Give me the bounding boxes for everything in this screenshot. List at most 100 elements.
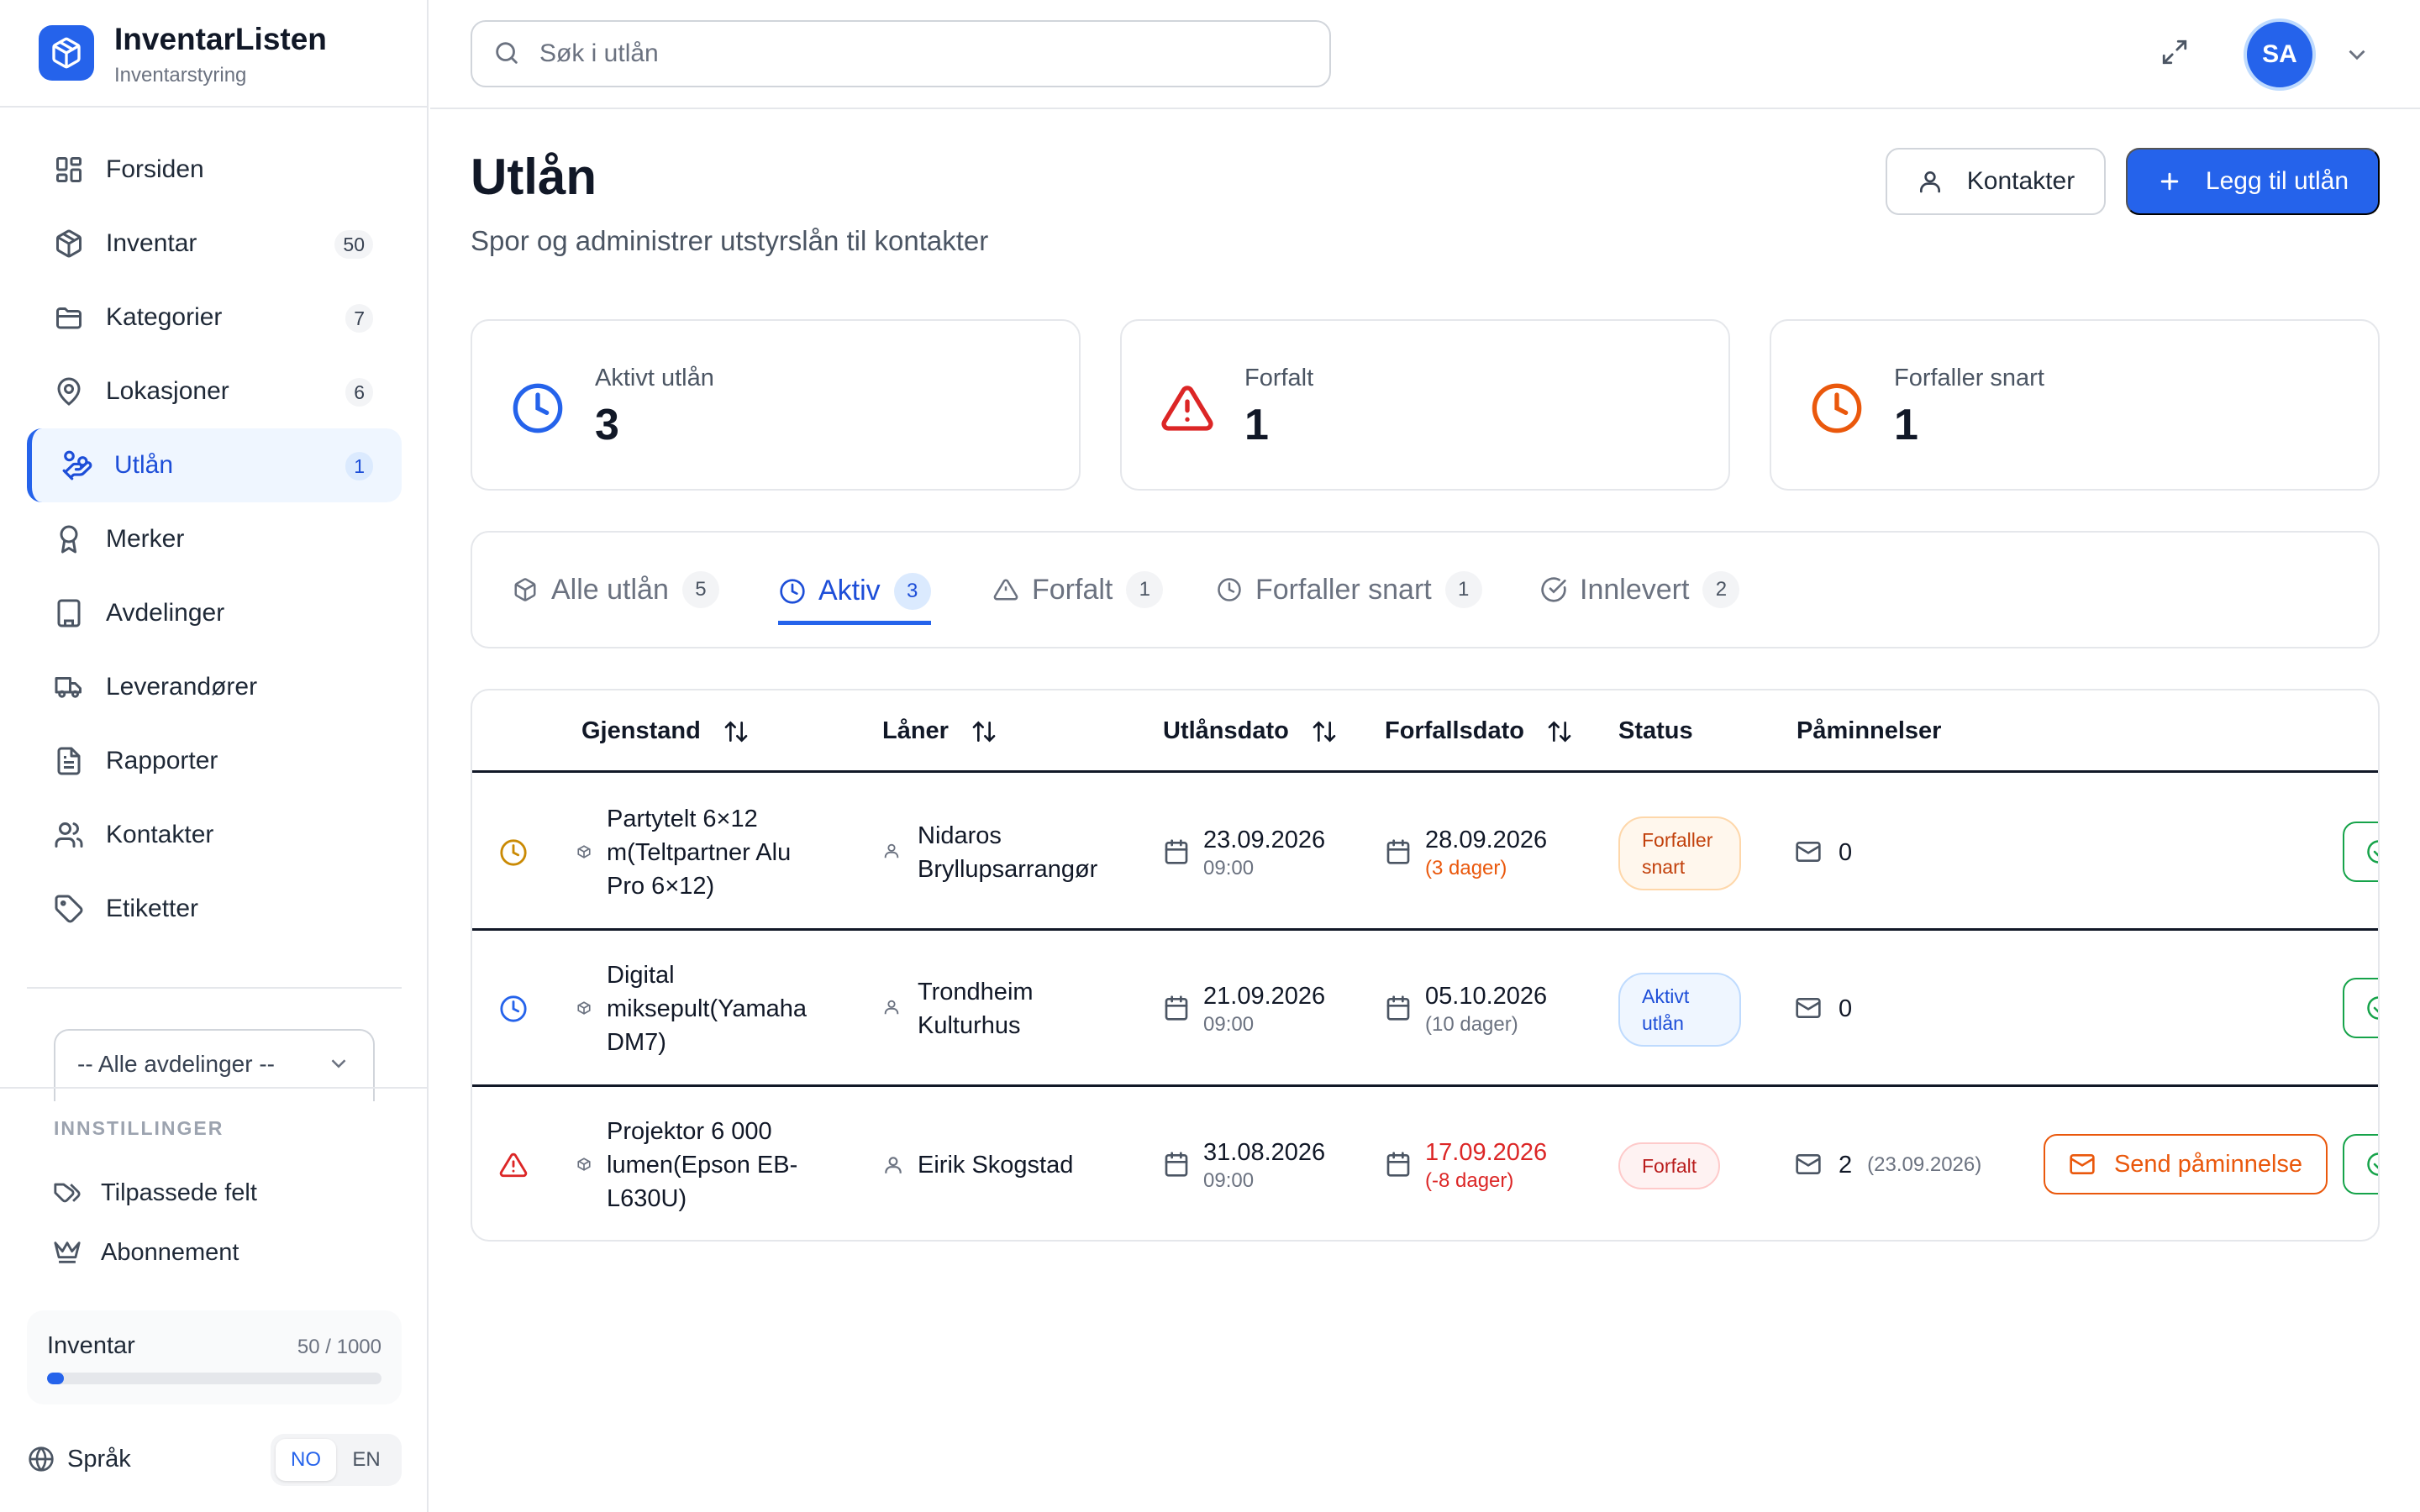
stat-label: Aktivt utlån [595, 365, 714, 391]
column-header-borrower[interactable]: Låner [882, 717, 997, 745]
loan-tabs: Alle utlån 5 Aktiv 3 Forfalt 1 Forfaller… [471, 531, 2380, 648]
department-select-value: -- Alle avdelinger -- [77, 1051, 275, 1077]
package-icon [576, 1000, 593, 1017]
stat-label: Forfaller snart [1894, 365, 2044, 391]
borrower-cell[interactable]: Eirik Skogstad [882, 1112, 1134, 1218]
table-row[interactable]: Projektor 6 000 lumen(Epson EB-L630U) Ei… [472, 1087, 2378, 1240]
stat-card-due-soon: Forfaller snart 1 [1770, 319, 2380, 491]
item-cell[interactable]: Projektor 6 000 lumen(Epson EB-L630U) [576, 1112, 829, 1218]
column-header-label: Forfallsdato [1385, 717, 1524, 744]
item-cell[interactable]: Partytelt 6×12 m(Teltpartner Alu Pro 6×1… [576, 800, 829, 906]
language-option-en[interactable]: EN [336, 1439, 397, 1481]
search-input[interactable] [539, 39, 1296, 68]
package-icon [576, 844, 593, 861]
column-header-loan-date[interactable]: Utlånsdato [1163, 717, 1338, 745]
settings-item-custom-fields[interactable]: Tilpassede felt [52, 1172, 257, 1214]
sidebar-item-label: Inventar [106, 229, 197, 257]
tab-count: 1 [1444, 571, 1482, 608]
sidebar-item-label: Leverandører [106, 673, 258, 701]
contacts-button-label: Kontakter [1966, 167, 2075, 195]
loan-time: 09:00 [1203, 857, 1255, 879]
loan-date: 23.09.2026 [1203, 827, 1326, 853]
sidebar-item-rapporter[interactable]: Rapporter [27, 724, 402, 798]
tab-due-soon[interactable]: Forfaller snart 1 [1215, 561, 1482, 618]
clock-icon [499, 992, 533, 1026]
sort-icon [971, 718, 997, 745]
reminder-count: 0 [1839, 838, 1853, 866]
add-loan-button[interactable]: Legg til utlån [2126, 148, 2380, 215]
calendar-icon [1385, 1151, 1413, 1179]
sidebar-item-lokasjoner[interactable]: Lokasjoner 6 [27, 354, 402, 428]
sidebar-item-count: 7 [345, 304, 373, 333]
tags-icon [52, 1178, 82, 1208]
stat-value: 1 [1244, 401, 1269, 449]
mark-returned-button[interactable] [2343, 822, 2378, 882]
nav-divider [27, 987, 402, 989]
tab-all-loans[interactable]: Alle utlån 5 [511, 561, 719, 618]
award-icon [52, 522, 86, 556]
chevron-down-icon[interactable] [2343, 40, 2371, 69]
sidebar-item-utlan[interactable]: Utlån 1 [27, 428, 402, 502]
table-row[interactable]: Digital miksepult(Yamaha DM7) Trondheim … [472, 931, 2378, 1087]
package-icon [576, 1157, 593, 1173]
borrower-name: Nidaros Bryllupsarrangør [918, 822, 1098, 883]
language-option-no[interactable]: NO [276, 1439, 336, 1481]
sidebar-item-label: Forsiden [106, 155, 204, 183]
sidebar-item-count: 6 [345, 378, 373, 407]
tab-count: 2 [1702, 571, 1740, 608]
sidebar-item-count: 50 [334, 230, 373, 259]
mark-returned-button[interactable] [2343, 978, 2378, 1038]
settings-item-subscription[interactable]: Abonnement [52, 1231, 239, 1273]
column-header-label: Status [1618, 717, 1693, 744]
due-date-cell: 05.10.2026 (10 dager) [1385, 974, 1547, 1043]
borrower-cell[interactable]: Nidaros Bryllupsarrangør [882, 800, 1134, 906]
globe-icon [27, 1445, 55, 1473]
sidebar-item-etiketter[interactable]: Etiketter [27, 872, 402, 946]
sidebar-item-label: Avdelinger [106, 599, 225, 627]
usage-progress-bar [47, 1373, 381, 1384]
user-icon [882, 998, 904, 1020]
calendar-icon [1163, 1151, 1192, 1179]
check-circle-icon [2366, 995, 2378, 1021]
tab-returned[interactable]: Innlevert 2 [1539, 561, 1740, 618]
stat-card-active: Aktivt utlån 3 [471, 319, 1081, 491]
due-note: (3 dager) [1425, 857, 1507, 879]
tab-overdue[interactable]: Forfalt 1 [992, 561, 1164, 618]
sidebar-item-leverandorer[interactable]: Leverandører [27, 650, 402, 724]
page-subtitle: Spor og administrer utstyrslån til konta… [471, 225, 989, 256]
loan-date-cell: 21.09.2026 09:00 [1163, 974, 1325, 1043]
alert-triangle-icon [992, 575, 1020, 604]
settings-item-label: Abonnement [101, 1238, 239, 1266]
sidebar-item-forsiden[interactable]: Forsiden [27, 133, 402, 207]
column-header-label: Låner [882, 717, 949, 744]
stat-value: 1 [1894, 401, 1918, 449]
sidebar-item-avdelinger[interactable]: Avdelinger [27, 576, 402, 650]
user-avatar[interactable]: SA [2244, 18, 2316, 91]
department-select[interactable]: -- Alle avdelinger -- [54, 1029, 375, 1101]
brand-subtitle: Inventarstyring [114, 64, 247, 87]
reminders-cell: 2 (23.09.2026) [1795, 1146, 1981, 1184]
sidebar-item-inventar[interactable]: Inventar 50 [27, 207, 402, 281]
tab-label: Alle utlån [551, 573, 669, 606]
tab-active[interactable]: Aktiv 3 [778, 561, 931, 625]
sort-icon [723, 718, 750, 745]
column-header-item[interactable]: Gjenstand [581, 717, 750, 745]
column-header-due-date[interactable]: Forfallsdato [1385, 717, 1573, 745]
mail-icon [1795, 838, 1823, 867]
sidebar-item-merker[interactable]: Merker [27, 502, 402, 576]
building-icon [52, 596, 86, 630]
table-row[interactable]: Partytelt 6×12 m(Teltpartner Alu Pro 6×1… [472, 774, 2378, 931]
fullscreen-button[interactable] [2156, 34, 2193, 71]
item-cell[interactable]: Digital miksepult(Yamaha DM7) [576, 956, 829, 1062]
status-badge: Forfalt [1618, 1142, 1721, 1189]
package-icon [511, 575, 539, 604]
contacts-button[interactable]: Kontakter [1886, 148, 2106, 215]
brand-header: InventarListen Inventarstyring [0, 0, 429, 108]
send-reminder-button[interactable]: Send påminnelse [2044, 1134, 2328, 1194]
mark-returned-button[interactable] [2343, 1134, 2378, 1194]
settings-divider [0, 1087, 429, 1089]
borrower-cell[interactable]: Trondheim Kulturhus [882, 956, 1134, 1062]
chevron-down-icon [326, 1051, 351, 1081]
sidebar-item-kontakter[interactable]: Kontakter [27, 798, 402, 872]
sidebar-item-kategorier[interactable]: Kategorier 7 [27, 281, 402, 354]
